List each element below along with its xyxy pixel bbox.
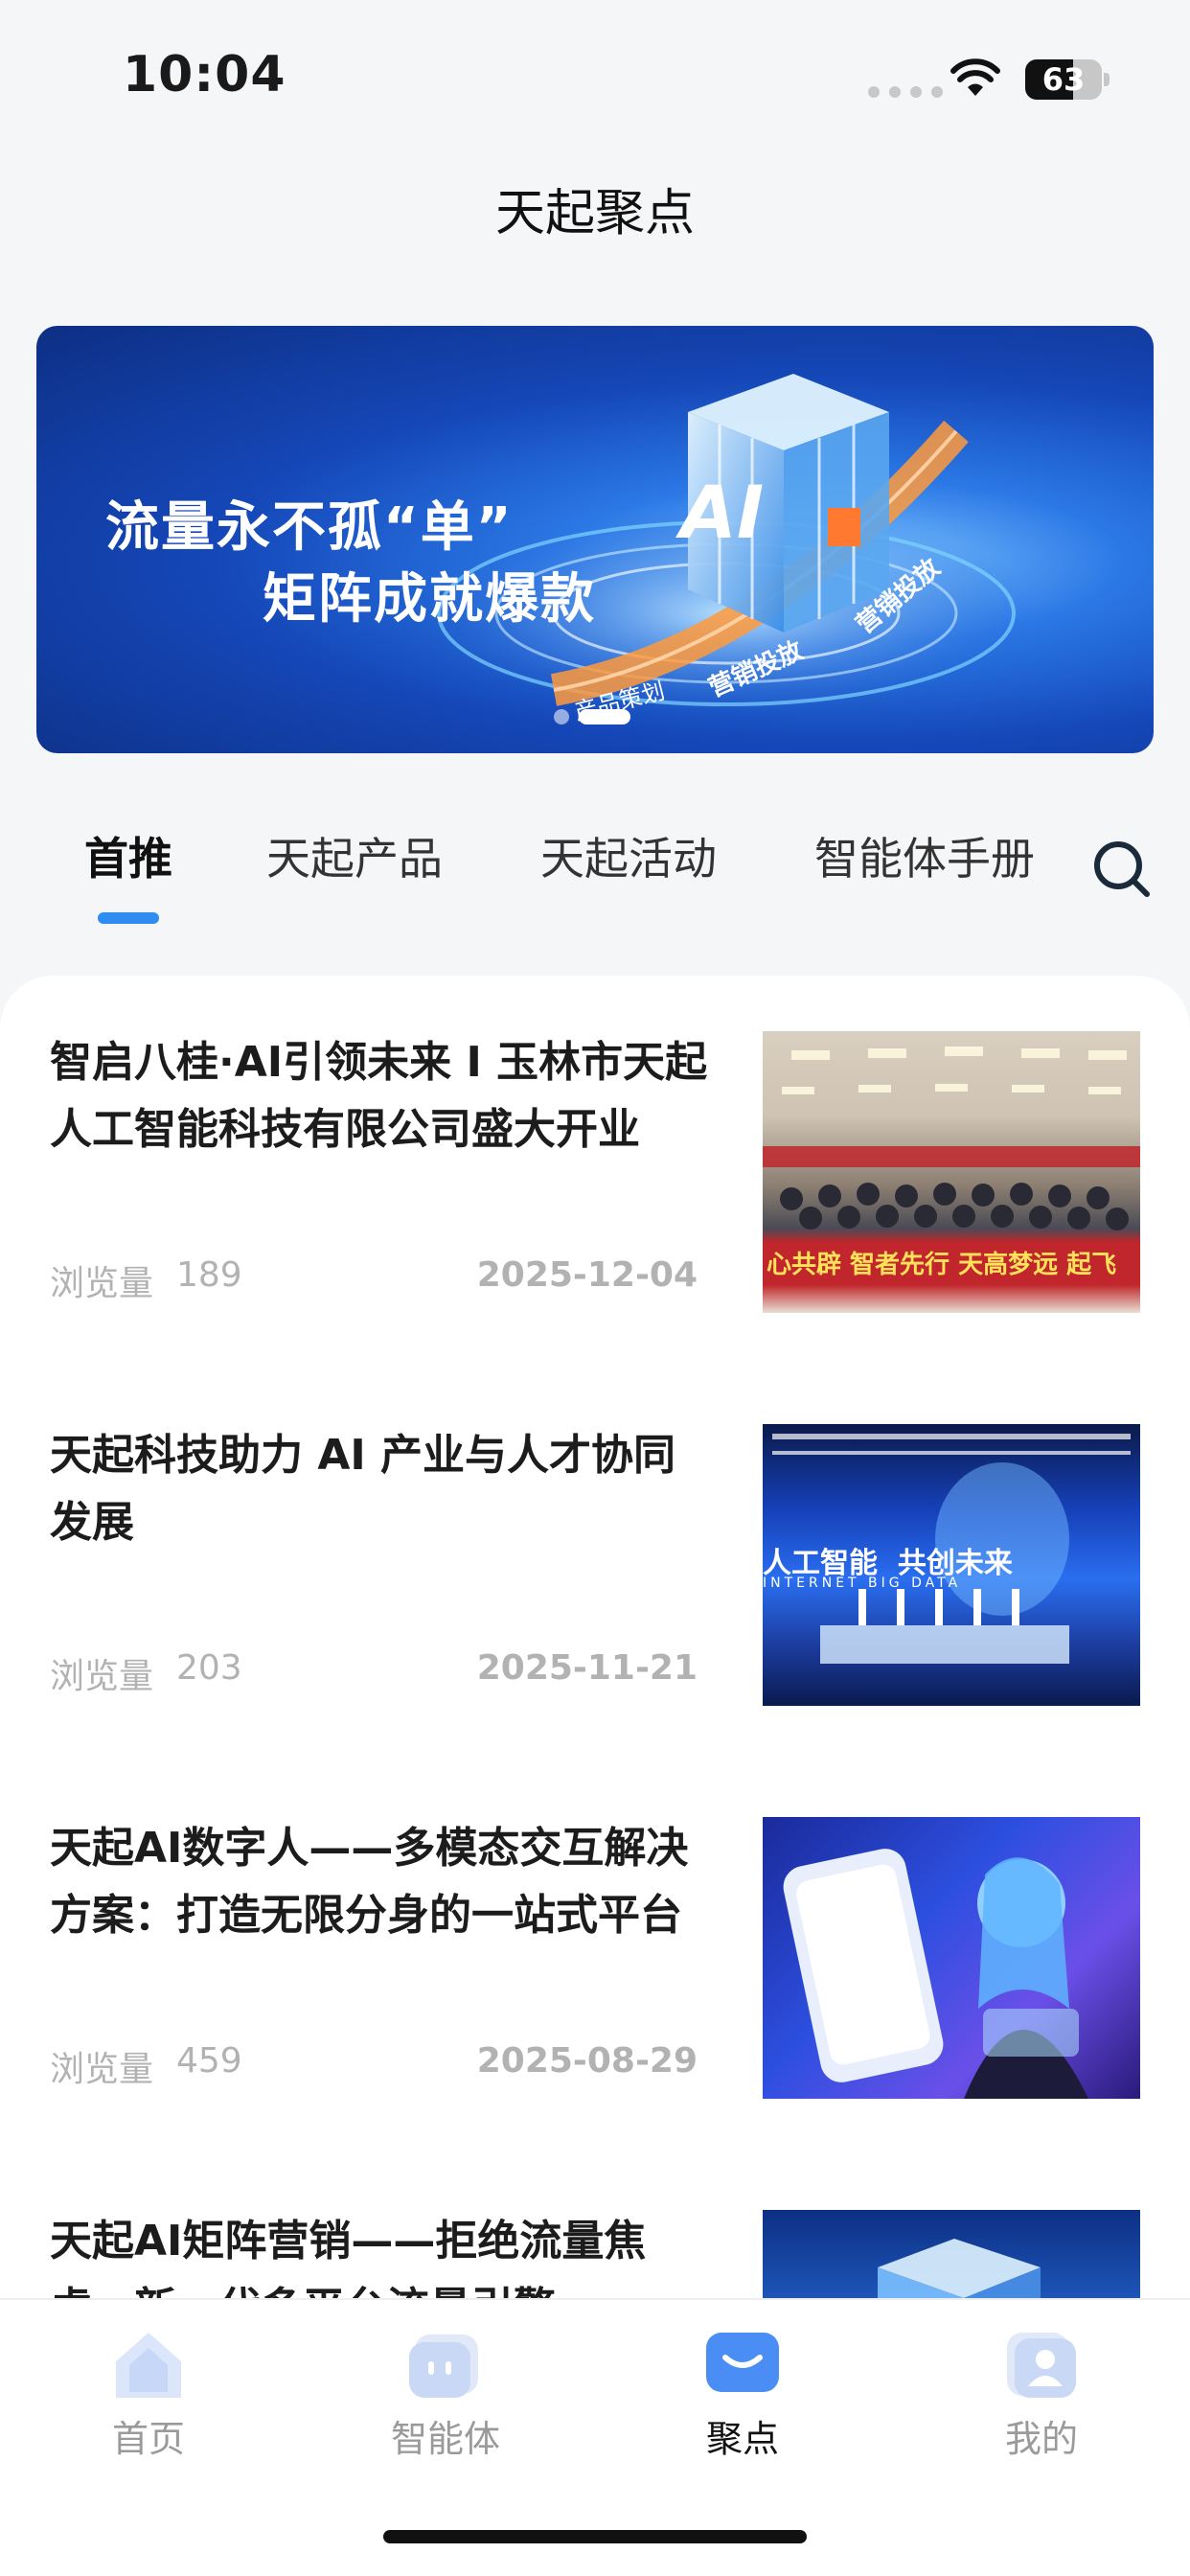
promo-banner[interactable]: AI 产品策划 营销投放 营销投放 流量永不孤“单” 矩阵成就爆款: [36, 326, 1154, 753]
views-label: 浏览量: [50, 1657, 154, 1696]
nav-profile[interactable]: 我的: [946, 2323, 1137, 2462]
tab-recommended[interactable]: 首推: [84, 824, 172, 887]
nav-label: 智能体: [390, 2418, 500, 2460]
profile-icon: [1007, 2333, 1076, 2398]
views-label: 浏览量: [50, 2050, 154, 2089]
status-bar: 10:04 63: [0, 0, 1190, 144]
tab-products[interactable]: 天起产品: [266, 824, 443, 887]
tab-agent-handbook[interactable]: 智能体手册: [814, 824, 1035, 887]
mail-icon: [706, 2333, 779, 2392]
article-feed: 智启八桂·AI引领未来 I 玉林市天起人工智能科技有限公司盛大开业 浏览量 18…: [0, 976, 1190, 2298]
battery-level: 63: [1041, 61, 1086, 98]
views-count: 189: [176, 1255, 242, 1295]
nav-hub[interactable]: 聚点: [647, 2323, 838, 2462]
nav-label: 首页: [111, 2418, 185, 2460]
banner-cube-label: AI: [680, 470, 765, 555]
article-thumbnail: [763, 2210, 1140, 2298]
article-card[interactable]: 智启八桂·AI引领未来 I 玉林市天起人工智能科技有限公司盛大开业 浏览量 18…: [0, 976, 1190, 1368]
article-title: 智启八桂·AI引领未来 I 玉林市天起人工智能科技有限公司盛大开业: [50, 1038, 708, 1154]
article-thumbnail: 心共辟 智者先行 天高梦远 起飞: [763, 1031, 1140, 1313]
active-tab-indicator: [98, 912, 159, 924]
article-title: 天起科技助力 AI 产业与人才协同发展: [50, 1431, 676, 1547]
carousel-dot[interactable]: [554, 709, 569, 724]
wifi-icon: [950, 58, 1000, 96]
article-thumbnail: [763, 1817, 1140, 2099]
article-card[interactable]: 天起科技助力 AI 产业与人才协同发展 浏览量 203 2025-11-21 人…: [0, 1368, 1190, 1761]
carousel-indicator: [554, 709, 630, 724]
category-tabs: 首推 天起产品 天起活动 智能体手册: [0, 824, 1190, 939]
home-indicator[interactable]: [383, 2530, 807, 2543]
views-count: 459: [176, 2041, 242, 2081]
nav-home[interactable]: 首页: [53, 2323, 244, 2462]
article-date: 2025-11-21: [476, 1648, 698, 1688]
article-date: 2025-08-29: [476, 2041, 698, 2081]
search-icon[interactable]: [1092, 840, 1152, 899]
carousel-dot-active[interactable]: [579, 709, 630, 724]
article-card[interactable]: 天起AI矩阵营销——拒绝流量焦虑，新一代多平台流量引擎: [0, 2154, 1190, 2298]
battery-icon: 63: [1025, 59, 1110, 100]
article-title: 天起AI数字人——多模态交互解决方案：打造无限分身的一站式平台: [50, 1824, 689, 1940]
nav-label: 聚点: [705, 2418, 779, 2460]
nav-label: 我的: [1004, 2418, 1078, 2460]
article-date: 2025-12-04: [476, 1255, 698, 1295]
status-time: 10:04: [123, 46, 286, 104]
agent-icon: [409, 2334, 478, 2398]
thumbnail-banner-text: 心共辟 智者先行 天高梦远 起飞: [767, 1251, 1117, 1279]
page-title: 天起聚点: [494, 185, 695, 242]
article-card[interactable]: 天起AI数字人——多模态交互解决方案：打造无限分身的一站式平台 浏览量 459 …: [0, 1761, 1190, 2154]
article-thumbnail: 人工智能 共创未来 INTERNET BIG DATA: [763, 1424, 1140, 1706]
home-icon: [116, 2333, 181, 2398]
cellular-signal-icon: [868, 86, 943, 98]
thumbnail-subtext: INTERNET BIG DATA: [763, 1576, 962, 1591]
banner-headline: 流量永不孤“单”: [105, 496, 514, 559]
article-title: 天起AI矩阵营销——拒绝流量焦虑，新一代多平台流量引擎: [50, 2217, 647, 2298]
views-label: 浏览量: [50, 1264, 154, 1303]
views-count: 203: [176, 1648, 242, 1688]
banner-subheadline: 矩阵成就爆款: [263, 568, 596, 631]
nav-agent[interactable]: 智能体: [350, 2323, 541, 2462]
tab-events[interactable]: 天起活动: [540, 824, 717, 887]
